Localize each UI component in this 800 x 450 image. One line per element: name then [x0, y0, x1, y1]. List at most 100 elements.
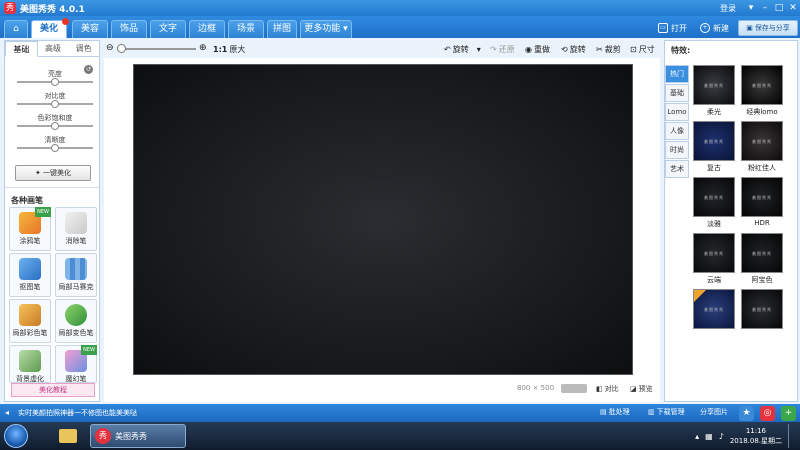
taskbar-app-label: 美图秀秀 — [115, 431, 147, 441]
effects-tab-basic[interactable]: 基础 — [665, 84, 689, 102]
effect-thumb-cloud[interactable]: 美图秀秀 — [693, 233, 735, 273]
show-desktop-button[interactable] — [788, 424, 796, 448]
effects-tab-portrait[interactable]: 人像 — [665, 122, 689, 140]
effect-thumb-vintage[interactable]: 美图秀秀 — [693, 121, 735, 161]
start-button[interactable] — [4, 424, 28, 448]
magic-brush[interactable]: 魔幻笔 NEW — [55, 345, 97, 383]
crop-icon: ✂ — [596, 45, 603, 54]
beautify-tutorial-link[interactable]: 美化教程 — [11, 383, 95, 397]
image-canvas[interactable] — [133, 64, 633, 375]
cutout-brush[interactable]: 抠图笔 — [9, 253, 51, 297]
effect-thumb-extra-2[interactable]: 美图秀秀 — [741, 289, 783, 329]
open-button[interactable]: ▭ 打开 — [658, 20, 687, 36]
effect-label: 经典lomo — [746, 108, 778, 116]
tray-arrow-icon[interactable]: ▴ — [695, 432, 699, 441]
zoom-slider-knob[interactable] — [117, 44, 126, 53]
tab-color[interactable]: 调色 — [68, 41, 99, 56]
brush-label: 局部马赛克 — [58, 283, 94, 291]
crop-label: 裁剪 — [604, 45, 621, 54]
tab-accessories[interactable]: 饰品 — [111, 20, 147, 38]
redo-button[interactable]: ◉ 重做 — [525, 44, 550, 55]
contrast-slider[interactable]: 对比度 — [15, 91, 95, 108]
effects-tab-fashion[interactable]: 时尚 — [665, 141, 689, 159]
slider-knob[interactable] — [51, 144, 59, 152]
add-button[interactable]: + — [781, 406, 796, 421]
maximize-icon[interactable]: □ — [772, 1, 786, 15]
effect-thumb-hdr[interactable]: 美图秀秀 — [741, 177, 783, 217]
minimize-icon[interactable]: – — [758, 1, 772, 15]
brightness-slider[interactable]: 亮度 — [15, 69, 95, 86]
save-share-button[interactable]: ▣ 保存与分享 — [738, 20, 798, 36]
tab-text[interactable]: 文字 — [150, 20, 186, 38]
zoom-in-button[interactable]: ⊕ — [199, 43, 207, 53]
tab-more[interactable]: 更多功能 ▾ — [300, 20, 352, 38]
brush-label: 局部变色笔 — [58, 329, 94, 337]
star-icon: ★ — [742, 408, 751, 418]
weibo-button[interactable]: ◎ — [760, 406, 775, 421]
slider-knob[interactable] — [51, 100, 59, 108]
effects-tab-lomo[interactable]: Lomo — [665, 103, 689, 121]
status-bar: ◂ 实时美颜拍照神器一不修图也能美美哒 ▤ 批处理 ▥ 下载管理 分享图片 ★ ◎ … — [0, 404, 800, 422]
login-link[interactable]: 登录 — [720, 3, 736, 14]
share-image-button[interactable]: 分享图片 — [700, 407, 728, 417]
effect-thumb-soft-light[interactable]: 美图秀秀 — [693, 65, 735, 105]
doodle-brush[interactable]: 涂鸦笔 NEW — [9, 207, 51, 251]
explorer-button[interactable] — [52, 424, 84, 448]
zoom-out-button[interactable]: ⊖ — [106, 43, 114, 53]
effect-thumb-elegant[interactable]: 美图秀秀 — [693, 177, 735, 217]
menu-icon[interactable]: ▾ — [744, 1, 758, 15]
tab-scenes[interactable]: 场景 — [228, 20, 264, 38]
tab-beautify[interactable]: 美化 — [31, 18, 69, 38]
tab-collage[interactable]: 拼图 — [267, 20, 297, 38]
crop-button[interactable]: ✂ 裁剪 — [596, 44, 621, 55]
effects-tab-hot[interactable]: 热门 — [665, 65, 689, 83]
rotate2-button[interactable]: ⟲ 旋转 — [561, 44, 586, 55]
one-click-beautify-button[interactable]: ✦ 一键美化 — [15, 165, 91, 181]
zoom-slider[interactable] — [120, 48, 196, 50]
network-icon[interactable]: ▦ — [705, 432, 713, 441]
local-color-brush[interactable]: 局部彩色笔 — [9, 299, 51, 343]
recolor-brush[interactable]: 局部变色笔 — [55, 299, 97, 343]
slider-knob[interactable] — [51, 122, 59, 130]
mosaic-brush[interactable]: 局部马赛克 — [55, 253, 97, 297]
eraser-brush[interactable]: 消除笔 — [55, 207, 97, 251]
reset-button[interactable]: ↷ 还原 — [490, 44, 515, 55]
compare-button[interactable]: ◧ 对比 — [596, 384, 619, 394]
effect-thumb-classic-lomo[interactable]: 美图秀秀 — [741, 65, 783, 105]
clock[interactable]: 11:16 2018.08.星期二 — [730, 426, 782, 446]
history-button[interactable] — [561, 384, 587, 393]
tab-beauty[interactable]: 美容 — [72, 20, 108, 38]
tab-frames[interactable]: 边框 — [189, 20, 225, 38]
app-title: 美图秀秀 4.0.1 — [20, 5, 85, 15]
download-manager-button[interactable]: ▥ 下载管理 — [648, 407, 685, 417]
new-button[interactable]: + 新建 — [700, 20, 729, 36]
batch-button[interactable]: ▤ 批处理 — [600, 407, 630, 417]
status-tip-link[interactable]: 实时美颜拍照神器一不修图也能美美哒 — [18, 408, 137, 418]
tab-basic[interactable]: 基础 — [5, 41, 38, 57]
resize-button[interactable]: ⊡ 尺寸 — [630, 44, 655, 55]
thumb-watermark: 美图秀秀 — [704, 307, 724, 312]
original-size-button[interactable]: 1:1 原大 — [213, 44, 245, 55]
tab-advanced[interactable]: 高级 — [38, 41, 69, 56]
notification-dot — [62, 18, 69, 25]
preview-button[interactable]: ◪ 预览 — [630, 384, 653, 394]
vip-corner-icon — [694, 290, 706, 302]
taskbar-app-meitu[interactable]: 秀美图秀秀 — [90, 424, 186, 448]
close-icon[interactable]: ✕ — [786, 1, 800, 15]
sharpness-slider[interactable]: 清晰度 — [15, 135, 95, 152]
saturation-slider[interactable]: 色彩饱和度 — [15, 113, 95, 130]
redo-label: 重做 — [533, 45, 550, 54]
effect-thumb-extra-1[interactable]: 美图秀秀 — [693, 289, 735, 329]
effects-tab-art[interactable]: 艺术 — [665, 160, 689, 178]
slider-knob[interactable] — [51, 78, 59, 86]
clock-date: 2018.08.星期二 — [729, 437, 782, 445]
rotate-button[interactable]: ↶ 旋转 ▾ — [444, 44, 481, 55]
volume-icon[interactable]: ♪ — [719, 432, 724, 441]
save-icon: ▣ — [746, 24, 753, 32]
preview-icon: ◪ — [630, 385, 637, 393]
star-button[interactable]: ★ — [739, 406, 754, 421]
effect-thumb-abao[interactable]: 美图秀秀 — [741, 233, 783, 273]
effect-thumb-pink-lady[interactable]: 美图秀秀 — [741, 121, 783, 161]
background-blur-brush[interactable]: 背景虚化 — [9, 345, 51, 383]
home-button[interactable]: ⌂ — [4, 20, 28, 38]
